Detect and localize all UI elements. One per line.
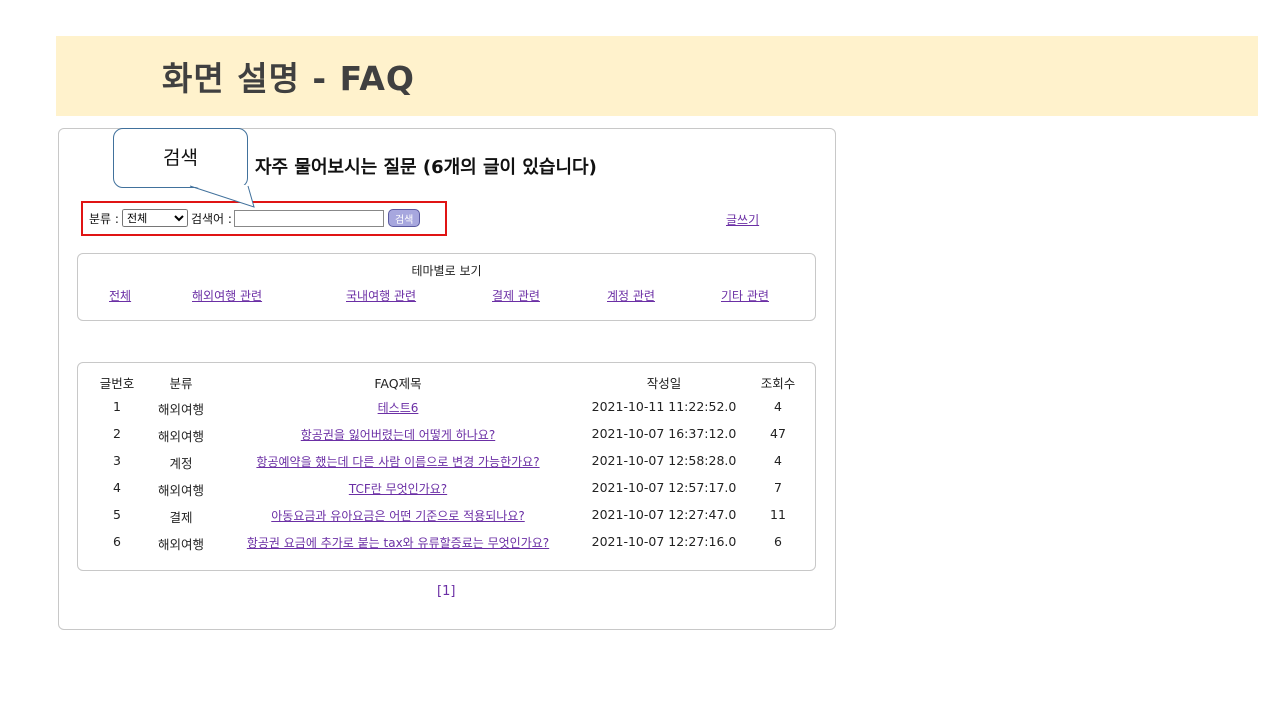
theme-filter-title: 테마별로 보기: [411, 264, 482, 278]
search-input[interactable]: [233, 209, 384, 227]
header-title: FAQ제목: [374, 376, 422, 391]
theme-link-domestic[interactable]: 국내여행 관련: [346, 287, 416, 304]
row-no: 1: [113, 399, 121, 414]
category-select[interactable]: 전체: [121, 209, 188, 227]
row-title-link[interactable]: TCF란 무엇인가요?: [349, 480, 447, 497]
header-date: 작성일: [646, 376, 682, 391]
row-category: 해외여행: [157, 429, 205, 444]
row-date: 2021-10-07 12:57:17.0: [591, 480, 737, 495]
row-title-link[interactable]: 아동요금과 유아요금은 어떤 기준으로 적용되나요?: [271, 507, 524, 524]
row-views: 47: [770, 426, 786, 441]
callout-label: 검색: [163, 147, 198, 169]
row-views: 6: [774, 534, 782, 549]
row-no: 2: [113, 426, 121, 441]
row-date: 2021-10-07 12:27:47.0: [591, 507, 737, 522]
theme-link-etc[interactable]: 기타 관련: [721, 287, 769, 304]
header-category: 분류: [169, 376, 193, 391]
keyword-label: 검색어 :: [190, 211, 232, 226]
row-views: 11: [770, 507, 786, 522]
faq-table: 글번호 분류 FAQ제목 작성일 조회수 1 해외여행 테스트6 2021-10…: [77, 362, 816, 571]
theme-link-payment[interactable]: 결제 관련: [492, 287, 540, 304]
row-no: 3: [113, 453, 121, 468]
header-no: 글번호: [99, 376, 135, 391]
row-no: 5: [113, 507, 121, 522]
row-title-link[interactable]: 항공권을 잃어버렸는데 어떻게 하나요?: [301, 426, 495, 443]
slide-title-banner: 화면 설명 - FAQ: [56, 36, 1258, 116]
row-views: 4: [774, 453, 782, 468]
search-button[interactable]: 검색: [387, 209, 421, 227]
theme-link-account[interactable]: 계정 관련: [607, 287, 655, 304]
row-no: 6: [113, 534, 121, 549]
row-title-link[interactable]: 항공예약을 했는데 다른 사람 이름으로 변경 가능한가요?: [256, 453, 539, 470]
row-date: 2021-10-07 16:37:12.0: [591, 426, 737, 441]
search-bar: 분류 : 전체 검색어 : 검색: [89, 209, 421, 227]
row-category: 해외여행: [157, 537, 205, 552]
row-date: 2021-10-07 12:27:16.0: [591, 534, 737, 549]
category-label: 분류 :: [89, 211, 119, 226]
row-no: 4: [113, 480, 121, 495]
write-post-link[interactable]: 글쓰기: [726, 211, 759, 228]
row-date: 2021-10-07 12:58:28.0: [591, 453, 737, 468]
header-views: 조회수: [760, 376, 796, 391]
row-category: 계정: [169, 456, 193, 471]
row-date: 2021-10-11 11:22:52.0: [591, 399, 737, 414]
theme-filter-box: 테마별로 보기 전체 해외여행 관련 국내여행 관련 결제 관련 계정 관련 기…: [77, 253, 816, 321]
search-callout: 검색: [113, 128, 248, 188]
page-title: 자주 물어보시는 질문 (6개의 글이 있습니다): [255, 157, 597, 178]
row-views: 7: [774, 480, 782, 495]
row-category: 해외여행: [157, 483, 205, 498]
theme-link-all[interactable]: 전체: [109, 287, 131, 304]
callout-pointer: [189, 185, 255, 208]
row-title-link[interactable]: 테스트6: [378, 399, 419, 416]
pagination-page-1[interactable]: [1]: [437, 584, 455, 599]
row-category: 결제: [169, 510, 193, 525]
slide-title: 화면 설명 - FAQ: [162, 59, 415, 98]
theme-link-overseas[interactable]: 해외여행 관련: [192, 287, 262, 304]
row-title-link[interactable]: 항공권 요금에 추가로 붙는 tax와 유류할증료는 무엇인가요?: [247, 534, 549, 551]
row-category: 해외여행: [157, 402, 205, 417]
row-views: 4: [774, 399, 782, 414]
